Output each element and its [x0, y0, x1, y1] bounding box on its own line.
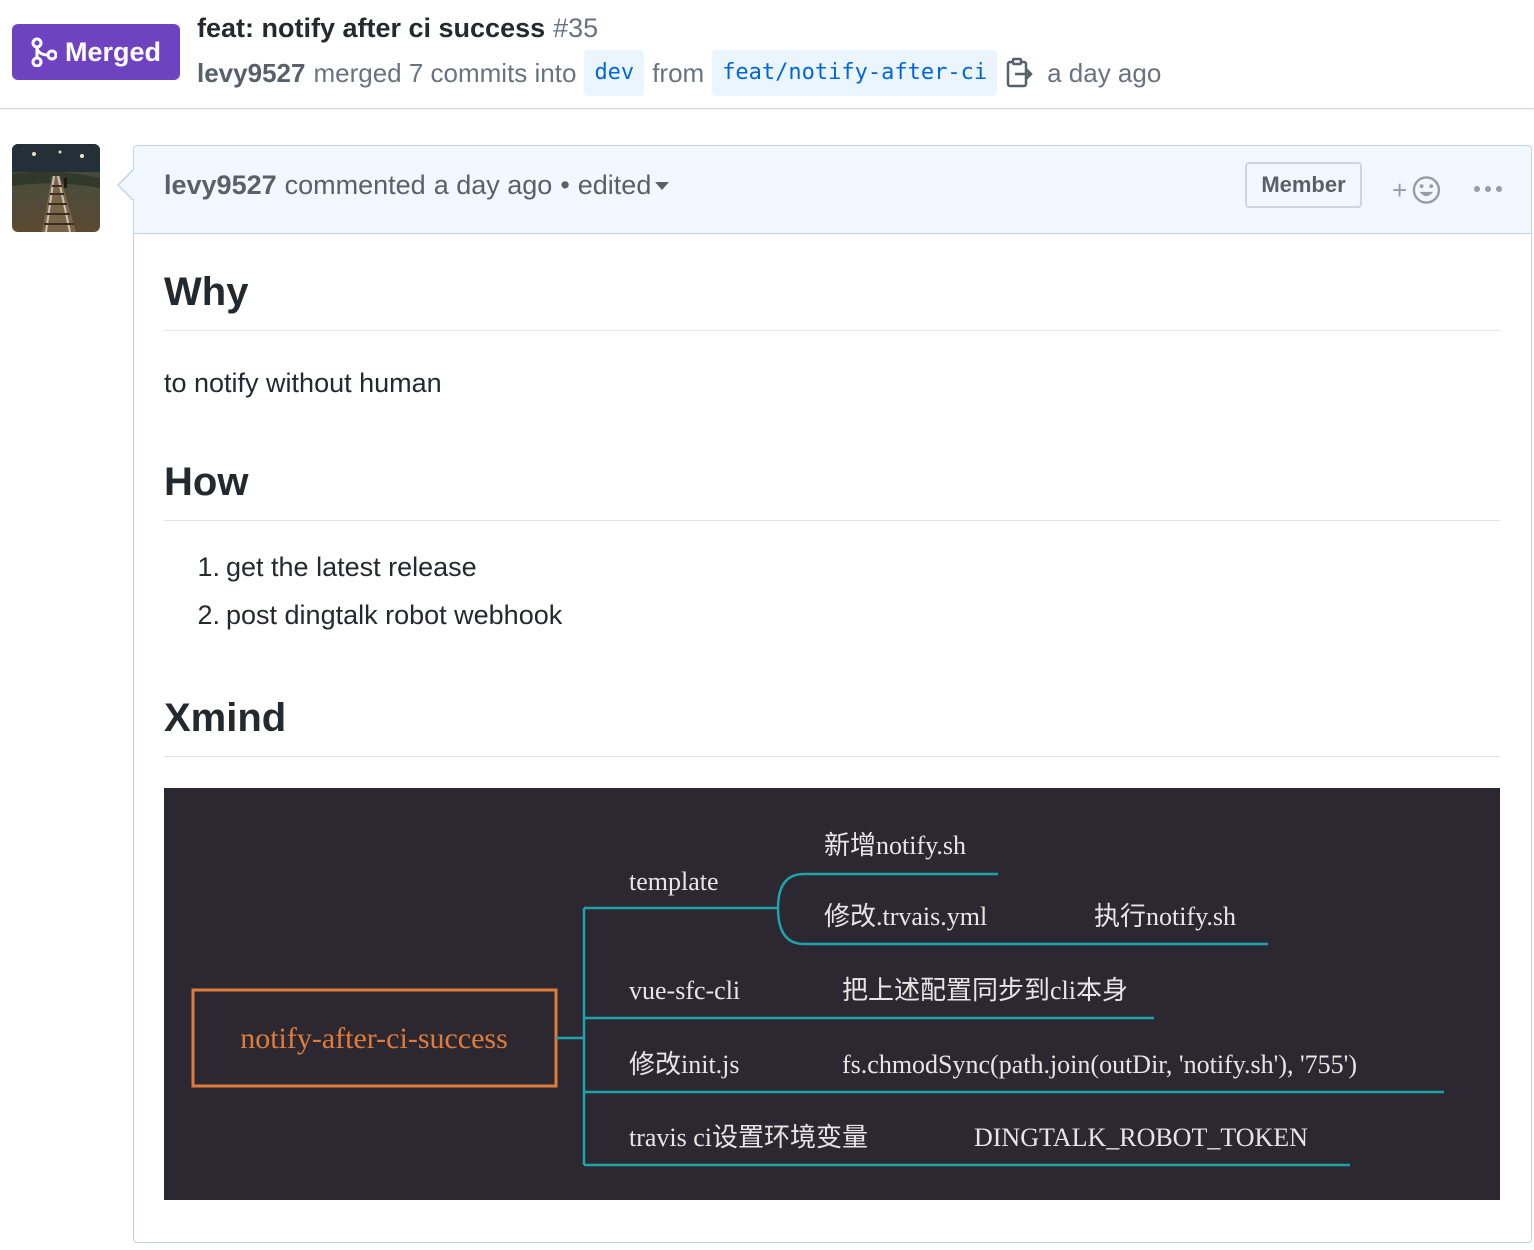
why-paragraph: to notify without human [164, 368, 442, 398]
comment-meta: levy9527 commented a day ago • edited [164, 170, 670, 201]
kebab-horizontal-icon [1474, 186, 1502, 192]
travis-detail: DINGTALK_ROBOT_TOKEN [974, 1123, 1308, 1152]
commented-text: commented [284, 170, 426, 200]
base-branch[interactable]: dev [584, 50, 645, 96]
avatar[interactable] [12, 144, 100, 232]
state-label: Merged [64, 36, 162, 67]
init-js-detail: fs.chmodSync(path.join(outDir, 'notify.s… [842, 1050, 1357, 1079]
pr-title: feat: notify after ci success #35 [197, 10, 598, 46]
mindmap-diagram: notify-after-ci-success template 新增notif… [191, 831, 1444, 1167]
xmind-mindmap-image: notify-after-ci-success template 新增notif… [164, 788, 1500, 1200]
comment-time-link[interactable]: a day ago [434, 170, 553, 201]
from-text: from [652, 57, 705, 88]
head-branch[interactable]: feat/notify-after-ci [712, 50, 998, 96]
git-merge-icon [31, 37, 57, 67]
branch-template: template [629, 867, 719, 896]
heading-xmind: Xmind [164, 692, 1500, 757]
template-child-2: 修改.trvais.yml [824, 902, 987, 931]
branch-init-js: 修改init.js [629, 1050, 740, 1079]
list-text: post dingtalk robot webhook [226, 600, 563, 630]
list-item: 2. post dingtalk robot webhook [164, 600, 562, 648]
pr-author-link[interactable]: levy9527 [197, 58, 305, 89]
branch-vue-sfc-cli: vue-sfc-cli [629, 976, 740, 1005]
template-child-detail: 执行notify.sh [1094, 902, 1236, 931]
edited-label: edited [577, 170, 652, 200]
merged-state-badge: Merged [12, 24, 180, 80]
separator-dot: • [560, 170, 570, 200]
comment-header: levy9527 commented a day ago • edited Me… [134, 146, 1531, 234]
list-number: 1. [197, 552, 220, 582]
root-node-label: notify-after-ci-success [240, 1022, 508, 1055]
pr-title-text: feat: notify after ci success [197, 13, 546, 43]
list-text: get the latest release [226, 552, 477, 582]
add-reaction-button[interactable]: + [1392, 170, 1442, 210]
heading-how: How [164, 456, 1500, 521]
pr-header: Merged feat: notify after ci success #35 … [0, 0, 1534, 109]
merged-time: a day ago [1047, 57, 1162, 88]
member-badge: Member [1245, 162, 1362, 208]
more-options-button[interactable] [1470, 174, 1506, 204]
list-number: 2. [197, 600, 220, 630]
pr-number: #35 [553, 13, 599, 43]
pr-meta: levy9527 merged 7 commits into dev from … [197, 50, 1161, 96]
comment-author-link[interactable]: levy9527 [164, 170, 277, 201]
avatar-image [12, 144, 100, 232]
how-list: 1. get the latest release 2. post dingta… [164, 552, 562, 648]
merged-text: merged 7 commits into [313, 57, 577, 88]
branch-travis: travis ci设置环境变量 [629, 1123, 868, 1152]
caret-down-icon [655, 181, 670, 190]
vue-sfc-cli-detail: 把上述配置同步到cli本身 [842, 976, 1128, 1005]
plus-label: + [1392, 174, 1408, 205]
edited-dropdown[interactable]: edited [578, 170, 670, 201]
list-item: 1. get the latest release [164, 552, 562, 600]
mindmap-connectors [556, 872, 1444, 1167]
comment-arrow-fill [119, 170, 134, 200]
heading-why: Why [164, 266, 1500, 331]
clipboard-icon[interactable] [1005, 57, 1033, 89]
smiley-icon [1412, 176, 1441, 204]
template-child-1: 新增notify.sh [824, 831, 966, 860]
